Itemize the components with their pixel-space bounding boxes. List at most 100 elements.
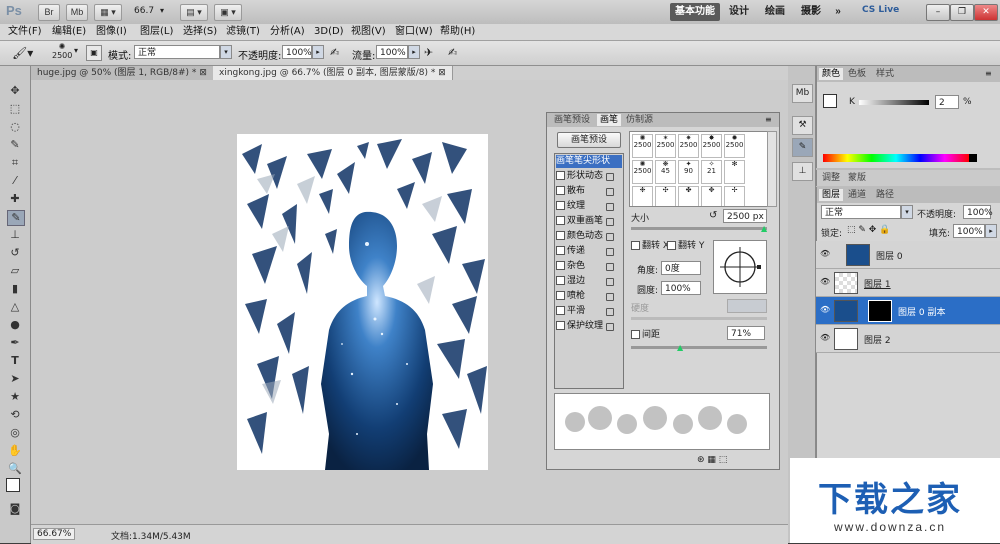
document-canvas[interactable] bbox=[237, 134, 488, 470]
shape-tool-icon[interactable]: ★ bbox=[7, 390, 23, 404]
layer-opacity-input[interactable]: 100% bbox=[963, 205, 993, 219]
pressure-opacity-icon[interactable]: ✍ bbox=[330, 46, 339, 59]
tab-paths[interactable]: 路径 bbox=[873, 189, 897, 201]
checkbox[interactable] bbox=[556, 186, 565, 195]
brush-item-smoothing[interactable]: 平滑 bbox=[556, 305, 616, 318]
zoom-dropdown-icon[interactable]: ▾ bbox=[160, 6, 164, 15]
lock-icon[interactable] bbox=[606, 308, 614, 316]
brush-tip-cell[interactable]: ✤ bbox=[678, 186, 699, 206]
spacing-slider[interactable] bbox=[631, 346, 767, 349]
lock-icon[interactable] bbox=[606, 248, 614, 256]
tab-adjustments[interactable]: 调整 bbox=[819, 172, 843, 184]
tab-channels[interactable]: 通道 bbox=[845, 189, 869, 201]
workspace-painting[interactable]: 绘画 bbox=[760, 3, 790, 21]
k-channel-input[interactable]: 2 bbox=[935, 95, 959, 109]
lock-icon[interactable] bbox=[606, 278, 614, 286]
checkbox[interactable] bbox=[667, 241, 676, 250]
marquee-tool-icon[interactable]: ⬚ bbox=[7, 102, 23, 116]
zoom-tool-icon[interactable]: 🔍 bbox=[7, 462, 23, 476]
checkbox[interactable] bbox=[556, 276, 565, 285]
tab-close-icon[interactable]: ⊠ bbox=[199, 68, 207, 78]
brush-tip-cell[interactable]: ✧ 21 bbox=[701, 160, 722, 184]
checkbox[interactable] bbox=[556, 231, 565, 240]
3d-orbit-tool-icon[interactable]: ◎ bbox=[7, 426, 23, 440]
menu-3d[interactable]: 3D(D) bbox=[314, 25, 344, 39]
lock-icon[interactable] bbox=[606, 203, 614, 211]
reset-size-icon[interactable]: ↺ bbox=[709, 210, 717, 221]
brush-tip-cell[interactable]: ❉ bbox=[632, 186, 653, 206]
tab-masks[interactable]: 蒙版 bbox=[845, 172, 869, 184]
layer-row-selected[interactable]: 👁 图层 0 副本 bbox=[816, 297, 1000, 325]
menu-image[interactable]: 图像(I) bbox=[96, 25, 127, 39]
menu-analysis[interactable]: 分析(A) bbox=[270, 25, 305, 39]
brush-tip-grid[interactable]: ✺ 2500 ✶ 2500 ✷ 2500 ✸ 2500 ✹ 2500 ✺ 2500 ❋ 45 … bbox=[629, 131, 769, 207]
menu-view[interactable]: 视图(V) bbox=[351, 25, 386, 39]
menu-select[interactable]: 选择(S) bbox=[183, 25, 217, 39]
healing-brush-tool-icon[interactable]: ✚ bbox=[7, 192, 23, 206]
tab-close-icon[interactable]: ⊠ bbox=[438, 68, 446, 78]
size-input[interactable]: 2500 px bbox=[723, 209, 767, 223]
extras-menu-button[interactable]: ▦ ▾ bbox=[94, 4, 122, 21]
lock-icon[interactable] bbox=[606, 173, 614, 181]
lock-icon[interactable] bbox=[606, 293, 614, 301]
mini-bridge-panel-icon[interactable]: Mb bbox=[792, 84, 813, 103]
brush-item-texture[interactable]: 纹理 bbox=[556, 200, 616, 213]
brush-preset-picker[interactable]: ✺ 2500 bbox=[52, 42, 72, 60]
gradient-tool-icon[interactable]: ▮ bbox=[7, 282, 23, 296]
opacity-slider-icon[interactable]: ▸ bbox=[312, 45, 324, 59]
lock-icon[interactable] bbox=[606, 323, 614, 331]
brush-tip-cell[interactable]: ✦ 90 bbox=[678, 160, 699, 184]
quick-mask-icon[interactable]: ◙ bbox=[7, 502, 23, 516]
color-ramp-black[interactable] bbox=[969, 154, 977, 162]
brush-tip-scrollbar[interactable] bbox=[767, 131, 777, 207]
brush-tip-cell[interactable]: ✶ 2500 bbox=[655, 134, 676, 158]
brush-tip-cell[interactable]: ✣ bbox=[655, 186, 676, 206]
foreground-color-swatch[interactable] bbox=[6, 478, 20, 492]
checkbox-checked[interactable] bbox=[631, 330, 640, 339]
layer-mask-thumbnail[interactable] bbox=[868, 300, 892, 322]
checkbox[interactable] bbox=[556, 171, 565, 180]
brush-item-shape-dynamics[interactable]: 形状动态 bbox=[556, 170, 616, 183]
blend-mode-dropdown-icon[interactable]: ▾ bbox=[901, 205, 913, 219]
brush-item-protect-texture[interactable]: 保护纹理 bbox=[556, 320, 616, 333]
brush-tip-cell[interactable]: ✺ 2500 bbox=[632, 160, 653, 184]
flow-slider-icon[interactable]: ▸ bbox=[408, 45, 420, 59]
tab-clone-source[interactable]: 仿制源 bbox=[623, 114, 656, 126]
layer-row[interactable]: 👁 图层 0 bbox=[816, 241, 1000, 269]
tab-huge-jpg[interactable]: huge.jpg @ 50% (图层 1, RGB/8#) * ⊠ bbox=[31, 66, 214, 80]
brush-item-noise[interactable]: 杂色 bbox=[556, 260, 616, 273]
panel-menu-icon[interactable]: ≡ bbox=[765, 115, 772, 124]
clone-stamp-tool-icon[interactable]: ⊥ bbox=[7, 228, 23, 242]
dodge-tool-icon[interactable]: ● bbox=[7, 318, 23, 332]
tab-xingkong-jpg[interactable]: xingkong.jpg @ 66.7% (图层 0 副本, 图层蒙版/8) *… bbox=[213, 66, 453, 80]
brush-tip-cell[interactable]: ✷ 2500 bbox=[678, 134, 699, 158]
panel-menu-icon[interactable]: ≡ bbox=[985, 69, 992, 78]
menu-window[interactable]: 窗口(W) bbox=[395, 25, 433, 39]
brush-item-color-dynamics[interactable]: 颜色动态 bbox=[556, 230, 616, 243]
cs-live-button[interactable]: CS Live bbox=[862, 5, 899, 15]
bridge-button[interactable]: Br bbox=[38, 4, 60, 21]
pressure-size-icon[interactable]: ✍ bbox=[448, 46, 457, 59]
brush-item-scattering[interactable]: 散布 bbox=[556, 185, 616, 198]
roundness-input[interactable]: 100% bbox=[661, 281, 701, 295]
visibility-eye-icon[interactable]: 👁 bbox=[820, 306, 830, 314]
brush-item-airbrush[interactable]: 喷枪 bbox=[556, 290, 616, 303]
tab-swatches[interactable]: 色板 bbox=[845, 68, 869, 80]
visibility-eye-icon[interactable]: 👁 bbox=[820, 250, 830, 258]
tab-styles[interactable]: 样式 bbox=[873, 68, 897, 80]
visibility-eye-icon[interactable]: 👁 bbox=[820, 278, 830, 286]
crop-tool-icon[interactable]: ⌗ bbox=[7, 156, 23, 170]
opacity-input[interactable]: 100% bbox=[282, 45, 312, 59]
tab-layers[interactable]: 图层 bbox=[819, 189, 844, 201]
checkbox[interactable] bbox=[556, 321, 565, 330]
arrange-documents-button[interactable]: ▤ ▾ bbox=[180, 4, 208, 21]
tool-presets-icon[interactable]: ⚒ bbox=[792, 116, 813, 135]
path-selection-tool-icon[interactable]: ➤ bbox=[7, 372, 23, 386]
k-channel-slider[interactable] bbox=[859, 100, 929, 105]
workspace-essentials[interactable]: 基本功能 bbox=[670, 3, 720, 21]
blur-tool-icon[interactable]: △ bbox=[7, 300, 23, 314]
brush-presets-button[interactable]: 画笔预设 bbox=[557, 132, 621, 148]
workspace-design[interactable]: 设计 bbox=[724, 3, 754, 21]
menu-filter[interactable]: 滤镜(T) bbox=[226, 25, 260, 39]
lock-icon[interactable] bbox=[606, 188, 614, 196]
